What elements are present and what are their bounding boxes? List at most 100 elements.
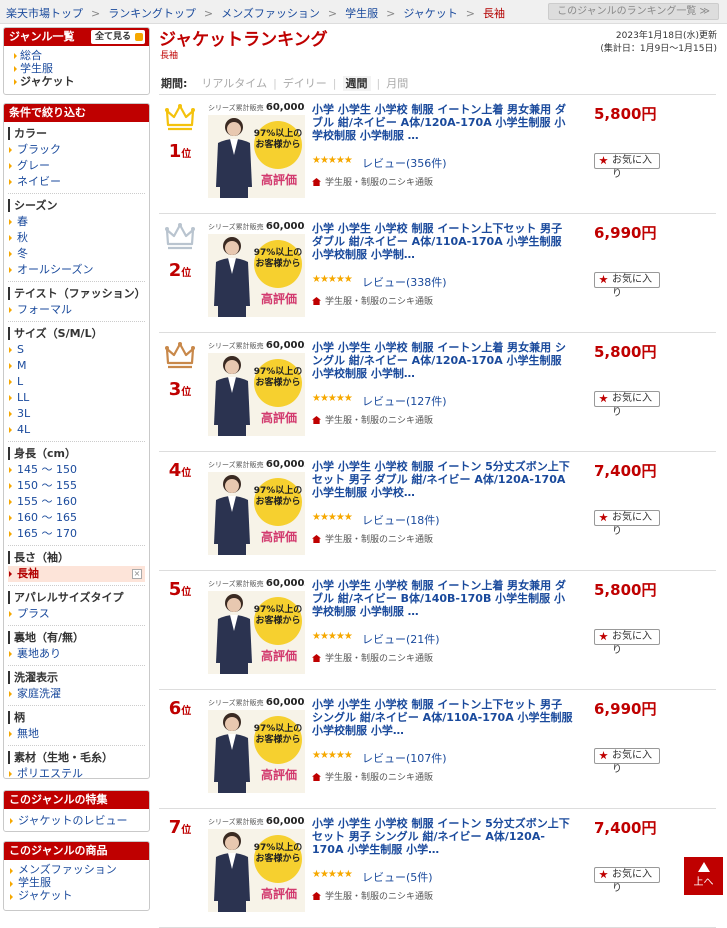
product-title-link[interactable]: 小学 小学生 小学校 制服 イートン上下セット 男子 ダブル 紺/ネイビー A体… [312, 222, 574, 261]
shop-link[interactable]: 学生服・制服のニシキ通販 [312, 175, 433, 188]
product-category-link[interactable]: メンズファッション [9, 863, 149, 876]
product-title-link[interactable]: 小学 小学生 小学校 制服 イートン 5分丈ズボン上下セット 男子 シングル 紺… [312, 817, 574, 856]
review-link[interactable]: レビュー(5件) [362, 869, 433, 885]
filter-option[interactable]: 長袖 × [8, 566, 145, 582]
period-option[interactable]: リアルタイム [201, 77, 267, 90]
thumb-badge-prefix: シリーズ累計販売 [208, 461, 266, 469]
filter-option[interactable]: M [8, 358, 145, 374]
favorite-button[interactable]: お気に入り [594, 629, 660, 656]
rank-number: 5位 [159, 579, 201, 600]
filter-option[interactable]: 3L [8, 406, 145, 422]
show-all-button[interactable]: 全て見る [90, 30, 145, 44]
filter-option[interactable]: 165 ～ 170 [8, 526, 145, 542]
product-title-link[interactable]: 小学 小学生 小学校 制服 イートン上着 男女兼用 ダブル 紺/ネイビー B体/… [312, 579, 574, 618]
product-title-link[interactable]: 小学 小学生 小学校 制服 イートン上着 男女兼用 ダブル 紺/ネイビー A体/… [312, 103, 574, 142]
shop-link[interactable]: 学生服・制服のニシキ通販 [312, 532, 433, 545]
favorite-button[interactable]: お気に入り [594, 867, 660, 894]
product-thumbnail[interactable]: シリーズ累計販売 60,000枚突破 97%以上のお客様から高評価 [208, 815, 305, 912]
review-link[interactable]: レビュー(356件) [362, 155, 447, 171]
star-icon [599, 751, 608, 760]
filter-option[interactable]: 145 ～ 150 [8, 462, 145, 478]
rank-suffix: 位 [181, 149, 192, 160]
back-to-top-button[interactable]: 上へ [684, 857, 723, 895]
review-link[interactable]: レビュー(21件) [362, 631, 440, 647]
product-thumbnail[interactable]: シリーズ累計販売 60,000枚突破 97%以上のお客様から高評価 [208, 577, 305, 674]
filter-option[interactable]: ポリエステル [8, 766, 145, 778]
filter-option[interactable]: 150 ～ 155 [8, 478, 145, 494]
product-thumbnail[interactable]: シリーズ累計販売 60,000枚突破 97%以上のお客様から高評価 [208, 339, 305, 436]
filter-option[interactable]: 無地 [8, 726, 145, 742]
favorite-button[interactable]: お気に入り [594, 748, 660, 775]
genre-item[interactable]: ジャケット [14, 75, 149, 88]
filter-option[interactable]: フォーマル [8, 302, 145, 318]
thumb-badge-prefix: シリーズ累計販売 [208, 818, 266, 826]
breadcrumb-item[interactable]: ランキングトップ [108, 7, 196, 20]
product-thumbnail[interactable]: シリーズ累計販売 60,000枚突破 97%以上のお客様から高評価 [208, 220, 305, 317]
shop-link[interactable]: 学生服・制服のニシキ通販 [312, 770, 433, 783]
filter-group: 洗濯表示 家庭洗濯 [8, 666, 145, 706]
high-rating-label: 高評価 [260, 649, 297, 663]
filter-option[interactable]: 秋 [8, 230, 145, 246]
filter-option[interactable]: グレー [8, 158, 145, 174]
favorite-button[interactable]: お気に入り [594, 510, 660, 537]
filter-option[interactable]: 家庭洗濯 [8, 686, 145, 702]
product-price: 5,800円 [594, 581, 657, 599]
filter-option[interactable]: ブラック [8, 142, 145, 158]
genre-item[interactable]: 学生服 [14, 62, 149, 75]
feature-link[interactable]: ジャケットのレビュー [9, 813, 149, 829]
shop-link[interactable]: 学生服・制服のニシキ通販 [312, 889, 433, 902]
favorite-button[interactable]: お気に入り [594, 153, 660, 180]
genre-ranking-list-button[interactable]: このジャンルのランキング一覧 ≫ [548, 3, 719, 20]
filter-option[interactable]: S [8, 342, 145, 358]
filter-option[interactable]: L [8, 374, 145, 390]
period-option[interactable]: 週間 [342, 76, 371, 91]
product-category-link[interactable]: ジャケット [9, 889, 149, 902]
thumb-badge-prefix: シリーズ累計販売 [208, 104, 266, 112]
review-link[interactable]: レビュー(107件) [362, 750, 447, 766]
review-link[interactable]: レビュー(127件) [362, 393, 447, 409]
product-thumbnail[interactable]: シリーズ累計販売 60,000枚突破 97%以上のお客様から高評価 [208, 101, 305, 198]
breadcrumb-item[interactable]: ジャケット [403, 7, 457, 20]
clear-filter-icon[interactable]: × [132, 569, 142, 579]
period-separator: | [376, 77, 381, 90]
high-rating-label: 高評価 [260, 292, 297, 306]
filter-option[interactable]: LL [8, 390, 145, 406]
favorite-label: お気に入り [612, 750, 652, 775]
shop-link[interactable]: 学生服・制服のニシキ通販 [312, 651, 433, 664]
rank-value: 3 [168, 379, 182, 400]
product-title-link[interactable]: 小学 小学生 小学校 制服 イートン 5分丈ズボン上下セット 男子 ダブル 紺/… [312, 460, 574, 499]
breadcrumb-item[interactable]: メンズファッション [221, 7, 320, 20]
breadcrumb-item[interactable]: 楽天市場トップ [6, 7, 83, 20]
breadcrumb-item[interactable]: 学生服 [345, 7, 378, 20]
product-category-link[interactable]: 学生服 [9, 876, 149, 889]
filter-option[interactable]: 155 ～ 160 [8, 494, 145, 510]
shop-link[interactable]: 学生服・制服のニシキ通販 [312, 294, 433, 307]
filter-option[interactable]: 裏地あり [8, 646, 145, 662]
review-link[interactable]: レビュー(338件) [362, 274, 447, 290]
ranking-row: 1位 シリーズ累計販売 60,000枚突破 97%以上のお客様から高評価 小学 小学生… [159, 95, 716, 214]
rating-text: 97%以上の お客様から [250, 605, 305, 627]
filter-option[interactable]: 4L [8, 422, 145, 438]
filter-group: カラー ブラック グレー ネイビー [8, 122, 145, 194]
thumb-badge-prefix: シリーズ累計販売 [208, 223, 266, 231]
filter-option[interactable]: 春 [8, 214, 145, 230]
filter-option[interactable]: ネイビー [8, 174, 145, 190]
product-thumbnail[interactable]: シリーズ累計販売 60,000枚突破 97%以上のお客様から高評価 [208, 458, 305, 555]
filter-option[interactable]: 冬 [8, 246, 145, 262]
product-thumbnail[interactable]: シリーズ累計販売 60,000枚突破 97%以上のお客様から高評価 [208, 696, 305, 793]
period-option[interactable]: デイリー [283, 77, 327, 90]
favorite-button[interactable]: お気に入り [594, 391, 660, 418]
review-link[interactable]: レビュー(18件) [362, 512, 440, 528]
filter-option[interactable]: 160 ～ 165 [8, 510, 145, 526]
favorite-button[interactable]: お気に入り [594, 272, 660, 299]
filter-option[interactable]: オールシーズン [8, 262, 145, 278]
model-photo [210, 234, 254, 317]
genre-item[interactable]: 総合 [14, 49, 149, 62]
star-rating: ★★★★★ [312, 393, 353, 404]
period-option[interactable]: 月間 [386, 77, 408, 90]
filter-option[interactable]: プラス [8, 606, 145, 622]
filter-header: 条件で絞り込む [4, 104, 149, 122]
product-title-link[interactable]: 小学 小学生 小学校 制服 イートン上下セット 男子 シングル 紺/ネイビー A… [312, 698, 574, 737]
product-title-link[interactable]: 小学 小学生 小学校 制服 イートン上着 男女兼用 シングル 紺/ネイビー A体… [312, 341, 574, 380]
shop-link[interactable]: 学生服・制服のニシキ通販 [312, 413, 433, 426]
